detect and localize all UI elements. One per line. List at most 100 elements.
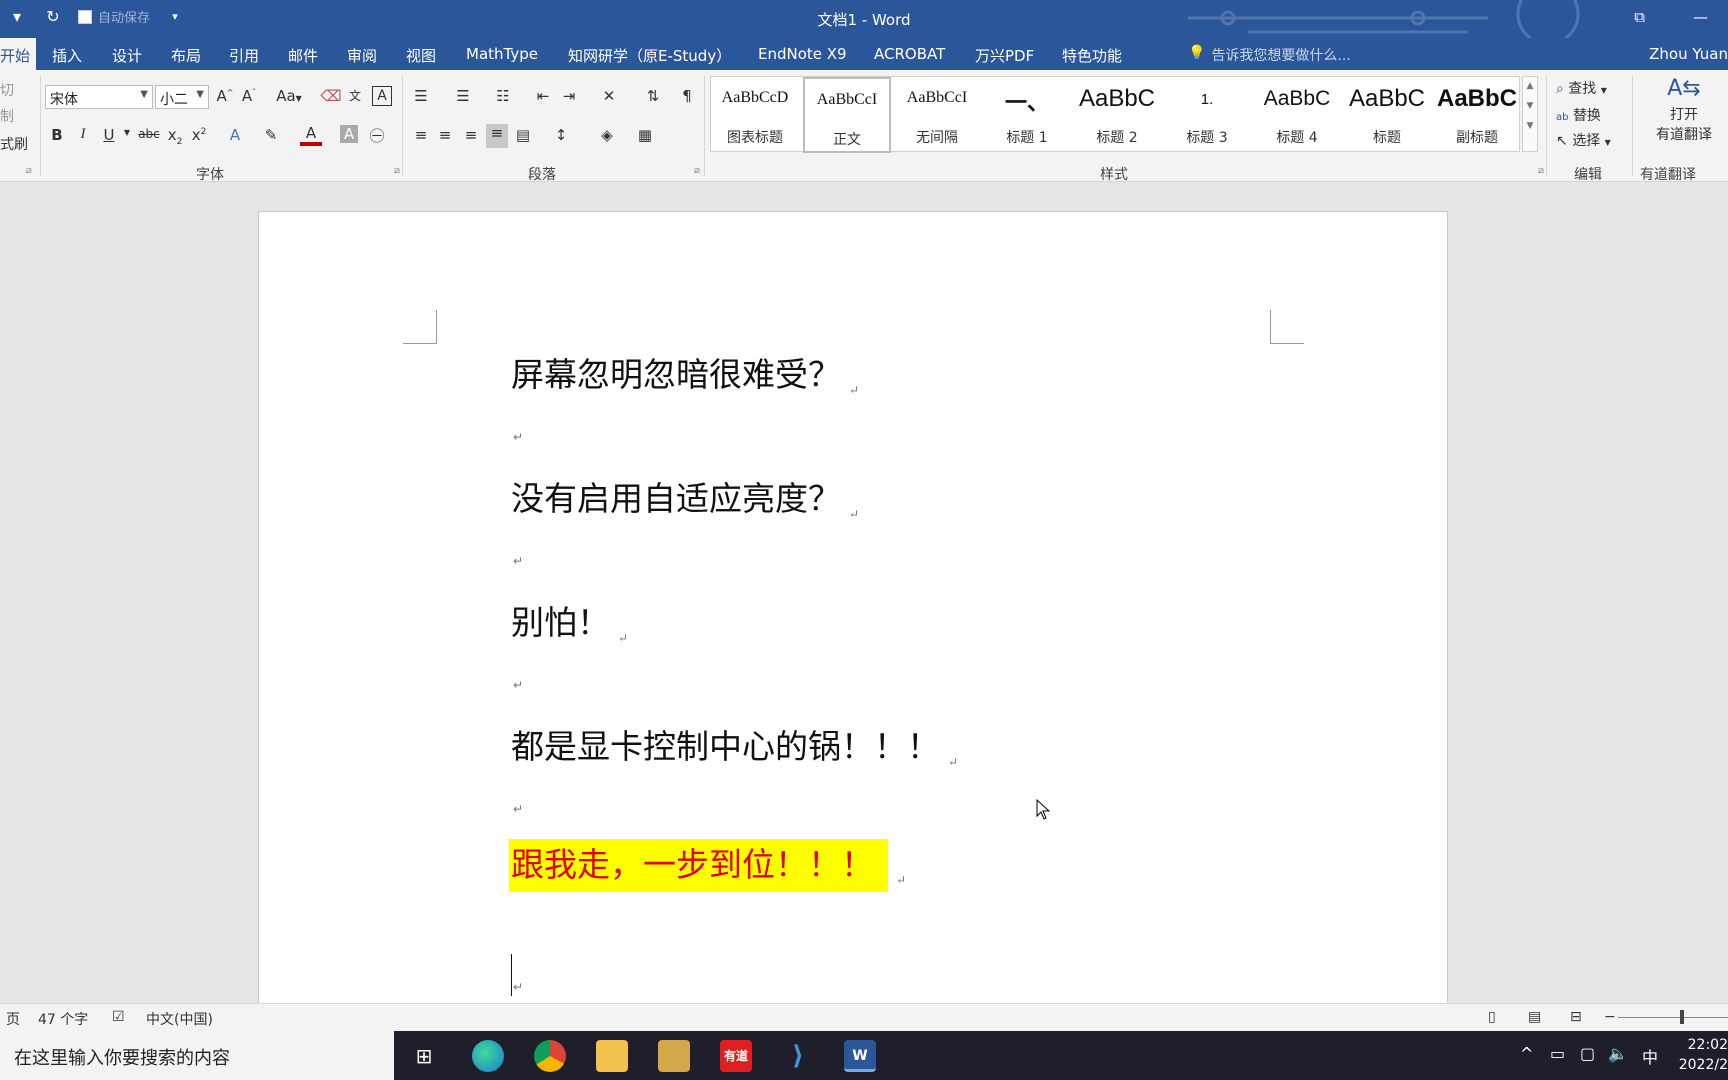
document-page[interactable]: 屏幕忽明忽暗很难受？ ↵ ↵ 没有启用自适应亮度？ ↵ ↵ 别怕！ ↵ ↵ 都是显卡控… bbox=[258, 211, 1448, 1011]
numbering-icon[interactable]: ☰ bbox=[452, 87, 474, 105]
character-shading-icon[interactable]: A bbox=[340, 125, 358, 143]
strikethrough-icon[interactable]: abc bbox=[136, 127, 162, 141]
text-effects-icon[interactable]: A bbox=[224, 126, 246, 144]
read-mode-icon[interactable]: ▯ bbox=[1488, 1009, 1496, 1025]
tab-insert[interactable]: 插入 bbox=[52, 45, 82, 66]
paragraph-3[interactable]: 别怕！ ↵ bbox=[511, 596, 628, 645]
find-button[interactable]: ⌕ 查找 ▼ bbox=[1556, 78, 1607, 98]
clipboard-launcher-icon[interactable]: ⧄ bbox=[26, 166, 32, 176]
style-heading-4[interactable]: AaBbC 标题 4 bbox=[1253, 77, 1341, 153]
tab-layout[interactable]: 布局 bbox=[171, 45, 201, 66]
empty-paragraph-mark[interactable]: ↵ bbox=[513, 554, 523, 568]
tab-references[interactable]: 引用 bbox=[229, 45, 259, 66]
chevron-up-icon[interactable]: ▲ bbox=[1523, 81, 1537, 91]
youdao-translate-button[interactable]: A⇆ 打开 有道翻译 bbox=[1640, 74, 1728, 144]
tell-me-search[interactable]: 💡 告诉我您想要做什么... bbox=[1188, 45, 1351, 65]
user-name[interactable]: Zhou Yuan bbox=[1649, 45, 1728, 63]
empty-paragraph-mark[interactable]: ↵ bbox=[513, 678, 523, 692]
subscript-icon[interactable]: x2 bbox=[164, 126, 186, 147]
clear-formatting-icon[interactable]: ⌫ bbox=[320, 87, 342, 105]
show-formatting-marks-icon[interactable]: ¶ bbox=[676, 87, 698, 105]
align-left-icon[interactable]: ≡ bbox=[410, 126, 432, 144]
justify-icon[interactable]: ≡ bbox=[486, 124, 508, 148]
style-heading-1[interactable]: 一、 标题 1 bbox=[983, 77, 1071, 153]
tab-mathtype[interactable]: MathType bbox=[466, 45, 538, 63]
style-subtitle[interactable]: AaBbC 副标题 bbox=[1433, 77, 1521, 153]
volume-icon[interactable]: 🔈 bbox=[1608, 1044, 1628, 1063]
font-color-icon[interactable]: A bbox=[300, 124, 322, 146]
align-right-icon[interactable]: ≡ bbox=[460, 126, 482, 144]
multilevel-list-icon[interactable]: ☷ bbox=[492, 87, 514, 105]
font-launcher-icon[interactable]: ⧄ bbox=[386, 166, 408, 176]
change-case-button[interactable]: Aa▼ bbox=[272, 87, 306, 105]
replace-button[interactable]: ab 替换 bbox=[1556, 105, 1601, 125]
tab-endnote[interactable]: EndNote X9 bbox=[758, 45, 847, 63]
borders-icon[interactable]: ▦ bbox=[634, 126, 656, 144]
word-app-icon[interactable]: W bbox=[844, 1040, 876, 1072]
style-no-spacing[interactable]: AaBbCcI 无间隔 bbox=[893, 77, 981, 153]
web-layout-icon[interactable]: ⊟ bbox=[1570, 1009, 1582, 1025]
battery-icon[interactable]: ▭ bbox=[1550, 1044, 1565, 1063]
increase-indent-icon[interactable]: ⇥ bbox=[558, 87, 580, 105]
page-indicator[interactable]: 页 bbox=[6, 1009, 20, 1029]
word-count[interactable]: 47 个字 bbox=[38, 1009, 88, 1029]
tab-special-features[interactable]: 特色功能 bbox=[1062, 45, 1122, 66]
zoom-out-icon[interactable]: − bbox=[1604, 1009, 1616, 1025]
styles-gallery-scroll[interactable]: ▲ ▼ ▼ bbox=[1522, 76, 1538, 152]
styles-launcher-icon[interactable]: ⧄ bbox=[1530, 166, 1552, 176]
italic-icon[interactable]: I bbox=[72, 126, 94, 143]
character-border-icon[interactable]: A bbox=[372, 86, 392, 106]
style-title[interactable]: AaBbC 标题 bbox=[1343, 77, 1431, 153]
tab-home[interactable]: 开始 bbox=[0, 38, 37, 70]
sort-icon[interactable]: ⇅ bbox=[642, 87, 664, 105]
style-normal[interactable]: AaBbCcI 正文 bbox=[803, 77, 891, 153]
print-layout-icon[interactable]: ▤ bbox=[1528, 1009, 1541, 1025]
tab-mailings[interactable]: 邮件 bbox=[288, 45, 318, 66]
shrink-font-icon[interactable]: Aˇ bbox=[238, 87, 260, 105]
style-heading-3[interactable]: 1. 标题 3 bbox=[1163, 77, 1251, 153]
tab-acrobat[interactable]: ACROBAT bbox=[874, 45, 945, 63]
paragraph-1[interactable]: 屏幕忽明忽暗很难受？ ↵ bbox=[511, 348, 859, 397]
empty-paragraph-mark[interactable]: ↵ bbox=[513, 802, 523, 816]
chevron-down-icon[interactable]: ▼ bbox=[1523, 101, 1537, 111]
show-hidden-icons-icon[interactable]: ^ bbox=[1520, 1044, 1533, 1063]
asian-layout-icon[interactable]: ✕ bbox=[598, 87, 620, 105]
task-view-icon[interactable]: ⊞ bbox=[408, 1040, 440, 1072]
enclose-characters-icon[interactable]: ㊀ bbox=[366, 125, 388, 146]
distributed-icon[interactable]: ▤ bbox=[512, 126, 534, 144]
paragraph-4[interactable]: 都是显卡控制中心的锅！！！ ↵ bbox=[511, 720, 958, 769]
youdao-dictionary-icon[interactable]: 有道 bbox=[720, 1040, 752, 1072]
tab-view[interactable]: 视图 bbox=[406, 45, 436, 66]
superscript-icon[interactable]: x2 bbox=[188, 126, 210, 144]
chrome-browser-icon[interactable] bbox=[534, 1040, 566, 1072]
grow-font-icon[interactable]: A^ bbox=[214, 87, 236, 105]
edge-browser-icon[interactable] bbox=[472, 1040, 504, 1072]
taskbar-search-box[interactable]: 在这里输入你要搜索的内容 bbox=[0, 1031, 394, 1080]
empty-paragraph-mark[interactable]: ↵ bbox=[513, 980, 523, 994]
tab-design[interactable]: 设计 bbox=[112, 45, 142, 66]
tab-review[interactable]: 审阅 bbox=[347, 45, 377, 66]
empty-paragraph-mark[interactable]: ↵ bbox=[513, 430, 523, 444]
style-caption[interactable]: AaBbCcD 图表标题 bbox=[711, 77, 799, 153]
copy-button[interactable]: 制 bbox=[0, 106, 14, 126]
select-button[interactable]: ↖ 选择 ▼ bbox=[1556, 130, 1611, 150]
style-heading-2[interactable]: AaBbC 标题 2 bbox=[1073, 77, 1161, 153]
phonetic-guide-icon[interactable]: 文 bbox=[344, 87, 366, 104]
tab-wondershare-pdf[interactable]: 万兴PDF bbox=[975, 45, 1034, 66]
font-name-combo[interactable]: 宋体 ▼ bbox=[45, 85, 153, 109]
font-size-combo[interactable]: 小二 ▼ bbox=[155, 85, 209, 109]
ribbon-display-options-icon[interactable]: ⧉ bbox=[1634, 8, 1645, 26]
minimize-icon[interactable]: — bbox=[1693, 8, 1708, 26]
language-indicator[interactable]: 中文(中国) bbox=[146, 1009, 213, 1029]
system-clock[interactable]: 22:02 2022/2 bbox=[1679, 1035, 1728, 1075]
more-styles-icon[interactable]: ▼ bbox=[1523, 121, 1537, 131]
file-explorer-icon[interactable] bbox=[596, 1040, 628, 1072]
zoom-slider[interactable] bbox=[1618, 1017, 1728, 1018]
network-icon[interactable]: ▢ bbox=[1580, 1044, 1595, 1063]
vscode-icon[interactable]: ⟩ bbox=[782, 1040, 814, 1072]
underline-dropdown-icon[interactable]: ▼ bbox=[116, 128, 138, 137]
format-painter-button[interactable]: 式刷 bbox=[0, 134, 28, 154]
decrease-indent-icon[interactable]: ⇤ bbox=[532, 87, 554, 105]
paragraph-5-highlighted[interactable]: 跟我走，一步到位！！！ ↵ bbox=[509, 838, 906, 892]
line-spacing-icon[interactable]: ↕ bbox=[550, 126, 572, 144]
